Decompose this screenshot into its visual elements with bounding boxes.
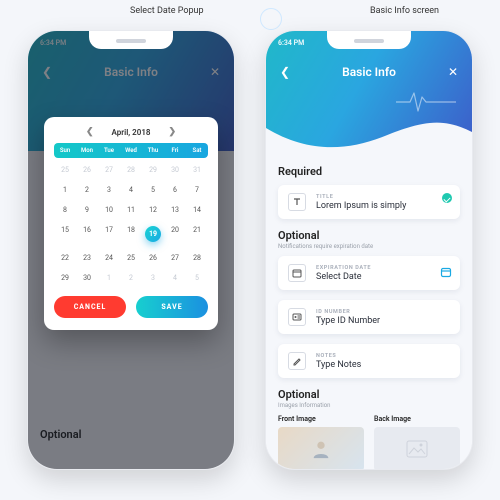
front-image-label: Front Image bbox=[278, 415, 364, 423]
calendar-day[interactable]: 6 bbox=[164, 182, 186, 198]
field-notes[interactable]: NOTES Type Notes bbox=[278, 344, 460, 378]
calendar-day[interactable]: 25 bbox=[120, 250, 142, 266]
section-optional-heading: Optional bbox=[278, 229, 460, 242]
id-card-icon bbox=[288, 308, 306, 326]
weekday-cell: Sun bbox=[54, 143, 76, 158]
calendar-day[interactable]: 27 bbox=[164, 250, 186, 266]
weekday-cell: Mon bbox=[76, 143, 98, 158]
calendar-day[interactable]: 4 bbox=[120, 182, 142, 198]
calendar-day[interactable]: 23 bbox=[76, 250, 98, 266]
weekday-cell: Fri bbox=[164, 143, 186, 158]
calendar-day[interactable]: 22 bbox=[54, 250, 76, 266]
calendar-day: 1 bbox=[98, 270, 120, 286]
calendar-day: 30 bbox=[164, 162, 186, 178]
calendar-day[interactable]: 28 bbox=[186, 250, 208, 266]
valid-check-icon bbox=[442, 193, 452, 203]
text-icon bbox=[288, 193, 306, 211]
hero: 6:34 PM ❮ Basic Info ✕ bbox=[266, 31, 472, 151]
decor-circle bbox=[260, 8, 282, 30]
calendar-day[interactable]: 29 bbox=[54, 270, 76, 286]
weekday-cell: Tue bbox=[98, 143, 120, 158]
caption-right: Basic Info screen bbox=[370, 6, 439, 16]
calendar-day[interactable]: 21 bbox=[186, 222, 208, 246]
next-month-button[interactable]: ❯ bbox=[164, 127, 180, 137]
calendar-day: 4 bbox=[164, 270, 186, 286]
calendar-day[interactable]: 17 bbox=[98, 222, 120, 246]
phone-basic-info: 6:34 PM ❮ Basic Info ✕ Required bbox=[265, 30, 473, 470]
caption-left: Select Date Popup bbox=[130, 6, 204, 16]
calendar-day: 29 bbox=[142, 162, 164, 178]
close-button[interactable]: ✕ bbox=[446, 65, 460, 79]
month-label: April, 2018 bbox=[112, 128, 151, 137]
cancel-button[interactable]: CANCEL bbox=[54, 296, 126, 318]
notch bbox=[327, 31, 411, 49]
calendar-day[interactable]: 24 bbox=[98, 250, 120, 266]
back-button[interactable]: ❮ bbox=[278, 65, 292, 79]
date-picker-popup: ❮ April, 2018 ❯ SunMonTueWedThuFriSat 25… bbox=[44, 117, 218, 330]
calendar-day[interactable]: 9 bbox=[76, 202, 98, 218]
heartbeat-icon bbox=[396, 89, 456, 115]
field-label: TITLE bbox=[316, 194, 406, 200]
calendar-day: 25 bbox=[54, 162, 76, 178]
calendar-grid: 2526272829303112345678910111213141516171… bbox=[54, 162, 208, 286]
calendar-day[interactable]: 19 bbox=[142, 222, 164, 246]
calendar-day: 28 bbox=[120, 162, 142, 178]
field-value: Select Date bbox=[316, 272, 371, 282]
calendar-day[interactable]: 2 bbox=[76, 182, 98, 198]
section-optional-sub: Notifications require expiration date bbox=[278, 243, 460, 250]
calendar-day[interactable]: 30 bbox=[76, 270, 98, 286]
section-images-sub: Images Information bbox=[278, 402, 460, 409]
back-image-upload[interactable] bbox=[374, 427, 460, 469]
calendar-day: 27 bbox=[98, 162, 120, 178]
field-label: NOTES bbox=[316, 353, 361, 359]
hero-wave bbox=[266, 118, 472, 152]
calendar-day[interactable]: 8 bbox=[54, 202, 76, 218]
field-label: ID NUMBER bbox=[316, 309, 380, 315]
calendar-day[interactable]: 26 bbox=[142, 250, 164, 266]
form-body: Required TITLE Lorem Ipsum is simply Opt… bbox=[266, 151, 472, 469]
weekday-cell: Sat bbox=[186, 143, 208, 158]
prev-month-button[interactable]: ❮ bbox=[82, 127, 98, 137]
calendar-day: 31 bbox=[186, 162, 208, 178]
calendar-day[interactable]: 1 bbox=[54, 182, 76, 198]
weekday-cell: Wed bbox=[120, 143, 142, 158]
open-calendar-icon[interactable] bbox=[440, 266, 452, 278]
calendar-day: 5 bbox=[186, 270, 208, 286]
calendar-icon bbox=[288, 264, 306, 282]
calendar-day[interactable]: 16 bbox=[76, 222, 98, 246]
calendar-day: 26 bbox=[76, 162, 98, 178]
phone-date-popup: 6:34 PM ❮ Basic Info ✕ Optional ❮ April,… bbox=[27, 30, 235, 470]
calendar-day: 3 bbox=[142, 270, 164, 286]
field-value: Type Notes bbox=[316, 360, 361, 370]
calendar-day[interactable]: 3 bbox=[98, 182, 120, 198]
calendar-day[interactable]: 20 bbox=[164, 222, 186, 246]
calendar-day[interactable]: 15 bbox=[54, 222, 76, 246]
section-required-heading: Required bbox=[278, 165, 460, 178]
calendar-day[interactable]: 13 bbox=[164, 202, 186, 218]
weekday-header: SunMonTueWedThuFriSat bbox=[54, 143, 208, 158]
field-expiration-date[interactable]: EXPIRATION DATE Select Date bbox=[278, 256, 460, 290]
status-time: 6:34 PM bbox=[278, 39, 304, 47]
back-image-label: Back Image bbox=[374, 415, 460, 423]
weekday-cell: Thu bbox=[142, 143, 164, 158]
field-value: Lorem Ipsum is simply bbox=[316, 201, 406, 211]
front-image-upload[interactable] bbox=[278, 427, 364, 469]
notch bbox=[89, 31, 173, 49]
calendar-day[interactable]: 18 bbox=[120, 222, 142, 246]
field-id-number[interactable]: ID NUMBER Type ID Number bbox=[278, 300, 460, 334]
field-value: Type ID Number bbox=[316, 316, 380, 326]
calendar-day[interactable]: 14 bbox=[186, 202, 208, 218]
calendar-day[interactable]: 12 bbox=[142, 202, 164, 218]
save-button[interactable]: SAVE bbox=[136, 296, 208, 318]
section-images-heading: Optional bbox=[278, 388, 460, 401]
calendar-day[interactable]: 11 bbox=[120, 202, 142, 218]
pencil-icon bbox=[288, 352, 306, 370]
calendar-day[interactable]: 5 bbox=[142, 182, 164, 198]
field-label: EXPIRATION DATE bbox=[316, 265, 371, 271]
calendar-day[interactable]: 7 bbox=[186, 182, 208, 198]
calendar-day[interactable]: 10 bbox=[98, 202, 120, 218]
calendar-day: 2 bbox=[120, 270, 142, 286]
field-title[interactable]: TITLE Lorem Ipsum is simply bbox=[278, 185, 460, 219]
